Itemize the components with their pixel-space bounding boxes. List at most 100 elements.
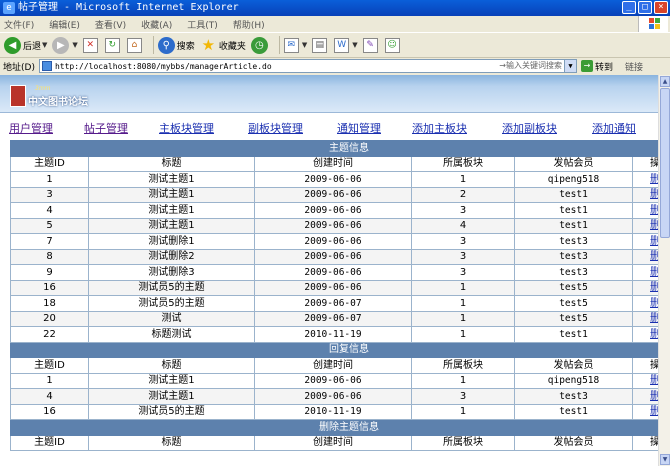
cell-id: 4: [10, 202, 89, 219]
nav-add-notice[interactable]: 添加通知: [592, 120, 636, 136]
cell-created: 2009-06-06: [254, 372, 412, 389]
cell-member: test1: [514, 186, 633, 203]
menu-edit[interactable]: 编辑(E): [49, 18, 80, 31]
delete-link[interactable]: 删除: [650, 329, 658, 340]
discuss-button[interactable]: ✎: [362, 37, 380, 53]
cell-title: 测试主题1: [88, 171, 255, 188]
header-col-created: 创建时间: [254, 155, 412, 172]
nav-main-board-manage[interactable]: 主板块管理: [159, 120, 214, 136]
menu-view[interactable]: 查看(V): [95, 18, 126, 31]
close-button[interactable]: ×: [654, 1, 668, 14]
header-col-id: 主题ID: [10, 434, 89, 451]
logo-sup: 3mm: [35, 85, 51, 92]
cell-created: 2009-06-06: [254, 217, 412, 234]
back-button[interactable]: ◀ 后退 ▼: [4, 36, 47, 54]
delete-link[interactable]: 删除: [650, 282, 658, 293]
cell-action: 删除: [631, 217, 658, 234]
cell-action: 删除: [631, 310, 658, 327]
cell-board: 1: [411, 171, 515, 188]
history-button[interactable]: ◷: [250, 36, 270, 54]
delete-link[interactable]: 删除: [650, 251, 658, 262]
cell-id: 1: [10, 372, 89, 389]
header-col-board: 所属板块: [411, 357, 515, 374]
mail-button[interactable]: ✉ ▼: [283, 37, 307, 53]
edit-button[interactable]: W ▼: [334, 37, 358, 53]
print-icon: ▤: [312, 37, 328, 53]
cell-id: 16: [10, 403, 89, 420]
header-col-member: 发帖会员: [514, 434, 633, 451]
back-arrow-icon: ◀: [4, 36, 21, 54]
cell-created: 2009-06-06: [254, 264, 412, 281]
maximize-button[interactable]: □: [638, 1, 652, 14]
replies-header-row: 主题ID标题创建时间所属板块发帖会员操作: [10, 357, 658, 374]
topics-section-title: 主题信息: [9, 140, 658, 157]
deleted-section-title: 删除主题信息: [9, 419, 658, 436]
nav-user-manage[interactable]: 用户管理: [9, 120, 53, 136]
delete-link[interactable]: 删除: [650, 298, 658, 309]
header-col-id: 主题ID: [10, 155, 89, 172]
topics-header-row: 主题ID标题创建时间所属板块发帖会员操作: [10, 155, 658, 172]
table-row: 7测试删除12009-06-063test3 删除: [10, 233, 658, 250]
favorites-button[interactable]: ★ 收藏夹: [200, 36, 246, 54]
print-button[interactable]: ▤: [312, 37, 329, 53]
cell-member: test3: [514, 233, 633, 250]
scroll-down-icon[interactable]: ▼: [660, 454, 670, 465]
address-input[interactable]: http://localhost:8080/mybbs/managerArtic…: [38, 59, 577, 73]
nav-notice-manage[interactable]: 通知管理: [337, 120, 381, 136]
cell-board: 3: [411, 248, 515, 265]
stop-button[interactable]: ✕: [82, 37, 100, 53]
delete-link[interactable]: 删除: [650, 267, 658, 278]
cell-title: 测试员5的主题: [88, 403, 255, 420]
nav-article-manage[interactable]: 帖子管理: [84, 120, 128, 136]
go-arrow-icon[interactable]: →: [580, 60, 593, 72]
cell-board: 3: [411, 264, 515, 281]
table-row: 4测试主题12009-06-063test1 删除: [10, 202, 658, 219]
vertical-scrollbar[interactable]: ▲ ▼: [658, 75, 670, 466]
header-col-title: 标题: [88, 155, 255, 172]
delete-link[interactable]: 删除: [650, 205, 658, 216]
links-button[interactable]: 链接: [625, 60, 643, 73]
table-row: 20测试2009-06-071test5 删除: [10, 310, 658, 327]
delete-link[interactable]: 删除: [650, 313, 658, 324]
delete-link[interactable]: 删除: [650, 220, 658, 231]
cell-created: 2009-06-06: [254, 202, 412, 219]
scroll-up-icon[interactable]: ▲: [660, 76, 670, 87]
cell-title: 测试主题1: [88, 186, 255, 203]
menu-help[interactable]: 帮助(H): [233, 18, 265, 31]
cell-member: test5: [514, 295, 633, 312]
address-label: 地址(D): [3, 62, 35, 73]
cell-id: 9: [10, 264, 89, 281]
cell-board: 3: [411, 202, 515, 219]
scroll-thumb[interactable]: [660, 88, 670, 238]
delete-link[interactable]: 删除: [650, 406, 658, 417]
page-content: 3mm 中文图书论坛 用户管理 帖子管理 主板块管理 副板块管理 通知管理 添加…: [0, 75, 658, 466]
delete-link[interactable]: 删除: [650, 375, 658, 386]
delete-link[interactable]: 删除: [650, 391, 658, 402]
nav-add-main-board[interactable]: 添加主板块: [412, 120, 467, 136]
menu-favorites[interactable]: 收藏(A): [141, 18, 172, 31]
search-button[interactable]: ⚲ 搜索: [157, 36, 195, 54]
header-col-created: 创建时间: [254, 357, 412, 374]
delete-link[interactable]: 删除: [650, 189, 658, 200]
cell-title: 测试删除3: [88, 264, 255, 281]
home-button[interactable]: ⌂: [126, 37, 144, 53]
nav-sub-board-manage[interactable]: 副板块管理: [248, 120, 303, 136]
toolbar-divider: [278, 36, 280, 54]
menu-file[interactable]: 文件(F): [4, 18, 34, 31]
cell-id: 22: [10, 326, 89, 343]
forward-button[interactable]: ▶ ▼: [52, 36, 78, 54]
go-button[interactable]: 转到: [595, 60, 613, 73]
nav-add-sub-board[interactable]: 添加副板块: [502, 120, 557, 136]
cell-action: 删除: [631, 403, 658, 420]
refresh-button[interactable]: ↻: [104, 37, 122, 53]
logo-mark: [10, 85, 26, 107]
delete-link[interactable]: 删除: [650, 174, 658, 185]
delete-link[interactable]: 删除: [650, 236, 658, 247]
cell-title: 测试员5的主题: [88, 295, 255, 312]
address-bar: 地址(D) http://localhost:8080/mybbs/manage…: [0, 58, 670, 74]
minimize-button[interactable]: _: [622, 1, 636, 14]
menu-tools[interactable]: 工具(T): [187, 18, 218, 31]
messenger-button[interactable]: ☺: [384, 37, 402, 53]
discuss-icon: ✎: [362, 37, 378, 53]
chevron-down-icon[interactable]: ▼: [563, 60, 576, 72]
